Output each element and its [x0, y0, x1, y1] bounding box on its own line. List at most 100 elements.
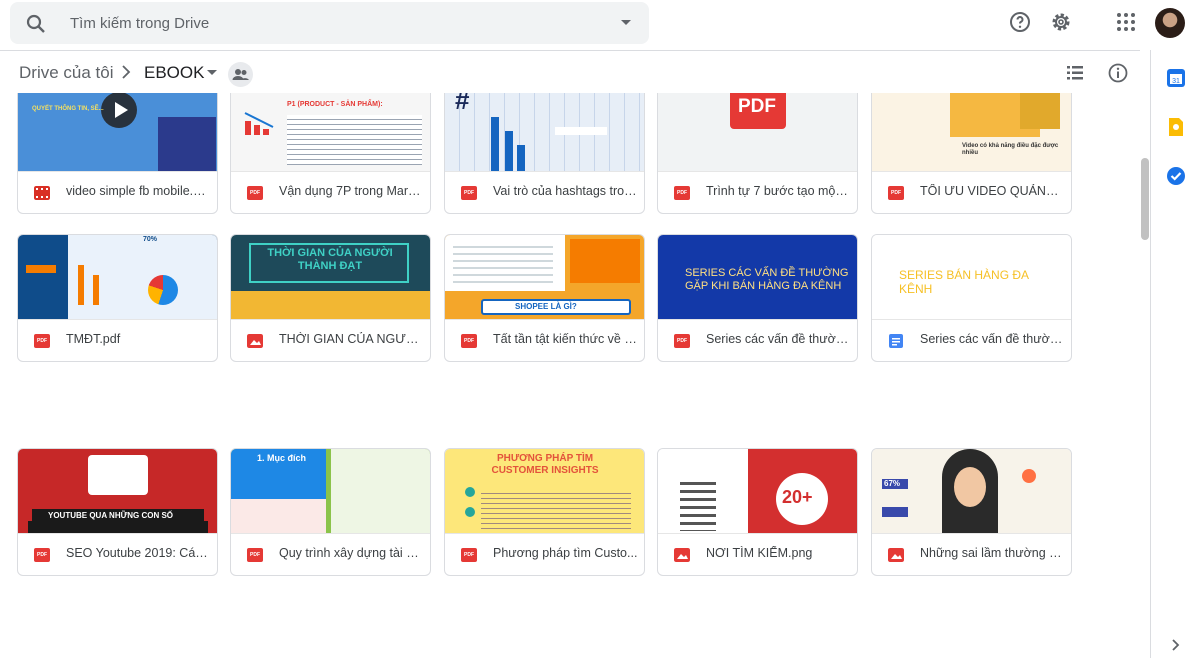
- thumb-caption: PHƯƠNG PHÁP TÌM CUSTOMER INSIGHTS: [491, 453, 599, 476]
- file-card[interactable]: SERIES BÁN HÀNG ĐA KÊNH Series các vấn đ…: [871, 234, 1072, 362]
- file-card[interactable]: PHƯƠNG PHÁP TÌM CUSTOMER INSIGHTS PDF Ph…: [444, 448, 645, 576]
- file-name[interactable]: NƠI TÌM KIẾM.png: [706, 546, 851, 560]
- file-name[interactable]: Phương pháp tìm Custo...: [493, 546, 638, 560]
- docs-file-icon: [889, 334, 903, 348]
- list-view-icon[interactable]: [1065, 63, 1085, 83]
- file-thumbnail: PHƯƠNG PHÁP TÌM CUSTOMER INSIGHTS: [445, 449, 644, 533]
- svg-text:31: 31: [1172, 78, 1180, 85]
- breadcrumb-current-folder[interactable]: EBOOK: [144, 63, 204, 83]
- file-name[interactable]: Những sai lầm thường m...: [920, 546, 1065, 560]
- pdf-file-icon: PDF: [674, 334, 690, 348]
- file-thumbnail: YOUTUBE QUA NHỮNG CON SỐ: [18, 449, 217, 533]
- file-name[interactable]: TMĐT.pdf: [66, 332, 211, 346]
- file-card[interactable]: 70% PDF TMĐT.pdf: [17, 234, 218, 362]
- help-icon[interactable]: [1008, 10, 1032, 34]
- tasks-app-icon[interactable]: [1166, 166, 1186, 186]
- file-card[interactable]: # PDF Vai trò của hashtags tron...: [444, 93, 645, 214]
- image-file-icon: [674, 548, 690, 562]
- file-thumbnail: Video có khả năng điều đặc được nhiều: [872, 93, 1071, 171]
- file-name[interactable]: Tất tần tật kiến thức về ki...: [493, 332, 638, 346]
- file-card[interactable]: 20+ NƠI TÌM KIẾM.png: [657, 448, 858, 576]
- thumb-caption: YOUTUBE QUA NHỮNG CON SỐ: [48, 511, 174, 520]
- image-file-icon: [888, 548, 904, 562]
- thumb-caption: 67%: [884, 479, 901, 488]
- thumb-caption: #: [455, 93, 470, 115]
- chevron-right-icon: [122, 65, 131, 79]
- keep-app-icon[interactable]: [1166, 117, 1186, 137]
- file-card[interactable]: SHOPEE LÀ GÌ? PDF Tất tần tật kiến thức …: [444, 234, 645, 362]
- thumb-caption: PDF: [738, 96, 776, 117]
- search-box[interactable]: Tìm kiếm trong Drive: [10, 2, 649, 44]
- file-card[interactable]: Video có khả năng điều đặc được nhiều PD…: [871, 93, 1072, 214]
- file-thumbnail: #: [445, 93, 644, 171]
- file-card[interactable]: SERIES CÁC VẤN ĐỀ THƯỜNG GẶP KHI BÁN HÀN…: [657, 234, 858, 362]
- pdf-file-icon: PDF: [888, 186, 904, 200]
- file-name[interactable]: Vận dụng 7P trong Marke...: [279, 184, 424, 198]
- file-thumbnail: THỜI GIAN CỦA NGƯỜI THÀNH ĐẠT: [231, 235, 430, 319]
- file-thumbnail: SHOPEE LÀ GÌ?: [445, 235, 644, 319]
- side-panel: 31: [1150, 50, 1200, 658]
- file-card[interactable]: QUYẾT THÔNG TIN, SẼ... video simple fb m…: [17, 93, 218, 214]
- file-thumbnail: SERIES BÁN HÀNG ĐA KÊNH: [872, 235, 1071, 319]
- search-options-icon[interactable]: [621, 20, 631, 25]
- file-thumbnail: 67%: [872, 449, 1071, 533]
- file-thumbnail: 20+: [658, 449, 857, 533]
- thumb-caption: THỜI GIAN CỦA NGƯỜI THÀNH ĐẠT: [267, 247, 393, 272]
- pdf-file-icon: PDF: [461, 548, 477, 562]
- file-name[interactable]: Quy trình xây dựng tài kh...: [279, 546, 424, 560]
- folder-menu-caret-icon[interactable]: [207, 70, 217, 75]
- chevron-right-icon[interactable]: [1170, 638, 1182, 652]
- thumb-caption: P1 (PRODUCT - SẢN PHẨM):: [287, 101, 383, 108]
- scrollbar-thumb[interactable]: [1141, 158, 1149, 240]
- file-thumbnail: PDF: [658, 93, 857, 171]
- file-name[interactable]: Vai trò của hashtags tron...: [493, 184, 638, 198]
- file-card[interactable]: P1 (PRODUCT - SẢN PHẨM): PDF Vận dụng 7P…: [230, 93, 431, 214]
- thumb-caption: SERIES BÁN HÀNG ĐA KÊNH: [899, 268, 1029, 296]
- thumb-caption: Video có khả năng điều đặc được nhiều: [962, 143, 1059, 156]
- apps-grid-icon[interactable]: [1114, 10, 1138, 34]
- header-divider: [0, 50, 1140, 51]
- thumb-caption: 20+: [782, 487, 813, 507]
- pdf-file-icon: PDF: [461, 334, 477, 348]
- file-name[interactable]: THỜI GIAN CỦA NGƯỜI T...: [279, 332, 424, 346]
- file-name[interactable]: SEO Youtube 2019: Cách ...: [66, 546, 211, 560]
- info-icon[interactable]: [1107, 62, 1129, 84]
- thumb-caption: QUYẾT THÔNG TIN, SẼ...: [32, 106, 104, 112]
- file-name[interactable]: video simple fb mobile.m...: [66, 184, 211, 198]
- file-grid: QUYẾT THÔNG TIN, SẼ... video simple fb m…: [0, 93, 1140, 658]
- file-name[interactable]: Series các vấn đề thường...: [920, 332, 1065, 346]
- account-avatar[interactable]: [1155, 8, 1185, 38]
- breadcrumb-root[interactable]: Drive của tôi: [19, 63, 113, 83]
- pdf-file-icon: PDF: [34, 334, 50, 348]
- thumb-caption: SERIES CÁC VẤN ĐỀ THƯỜNG GẶP KHI BÁN HÀN…: [685, 267, 849, 292]
- file-thumbnail: P1 (PRODUCT - SẢN PHẨM):: [231, 93, 430, 171]
- thumb-caption: 70%: [143, 236, 158, 243]
- file-card[interactable]: 1. Mục đích PDF Quy trình xây dựng tài k…: [230, 448, 431, 576]
- search-icon[interactable]: [24, 12, 48, 36]
- top-bar: Tìm kiếm trong Drive: [0, 0, 1200, 48]
- file-name[interactable]: TỐI ƯU VIDEO QUẢNG C...: [920, 184, 1065, 198]
- image-file-icon: [247, 334, 263, 348]
- file-card[interactable]: PDF PDF Trình tự 7 bước tạo một b...: [657, 93, 858, 214]
- shared-folder-people-icon: [228, 62, 253, 87]
- file-thumbnail: 1. Mục đích: [231, 449, 430, 533]
- video-file-icon: [34, 186, 50, 200]
- settings-gear-icon[interactable]: [1049, 10, 1073, 34]
- pdf-file-icon: PDF: [247, 186, 263, 200]
- file-thumbnail: SERIES CÁC VẤN ĐỀ THƯỜNG GẶP KHI BÁN HÀN…: [658, 235, 857, 319]
- thumb-caption: SHOPEE LÀ GÌ?: [515, 302, 577, 311]
- pdf-file-icon: PDF: [247, 548, 263, 562]
- file-card[interactable]: 67% Những sai lầm thường m...: [871, 448, 1072, 576]
- pdf-file-icon: PDF: [674, 186, 690, 200]
- pdf-file-icon: PDF: [461, 186, 477, 200]
- search-input[interactable]: Tìm kiếm trong Drive: [70, 15, 209, 32]
- pdf-file-icon: PDF: [34, 548, 50, 562]
- file-name[interactable]: Trình tự 7 bước tạo một b...: [706, 184, 851, 198]
- file-name[interactable]: Series các vấn đề thường...: [706, 332, 851, 346]
- calendar-app-icon[interactable]: 31: [1166, 68, 1186, 88]
- file-thumbnail: 70%: [18, 235, 217, 319]
- file-card[interactable]: YOUTUBE QUA NHỮNG CON SỐ PDF SEO Youtube…: [17, 448, 218, 576]
- thumb-caption: 1. Mục đích: [257, 453, 307, 463]
- file-thumbnail: QUYẾT THÔNG TIN, SẼ...: [18, 93, 217, 171]
- file-card[interactable]: THỜI GIAN CỦA NGƯỜI THÀNH ĐẠT THỜI GIAN …: [230, 234, 431, 362]
